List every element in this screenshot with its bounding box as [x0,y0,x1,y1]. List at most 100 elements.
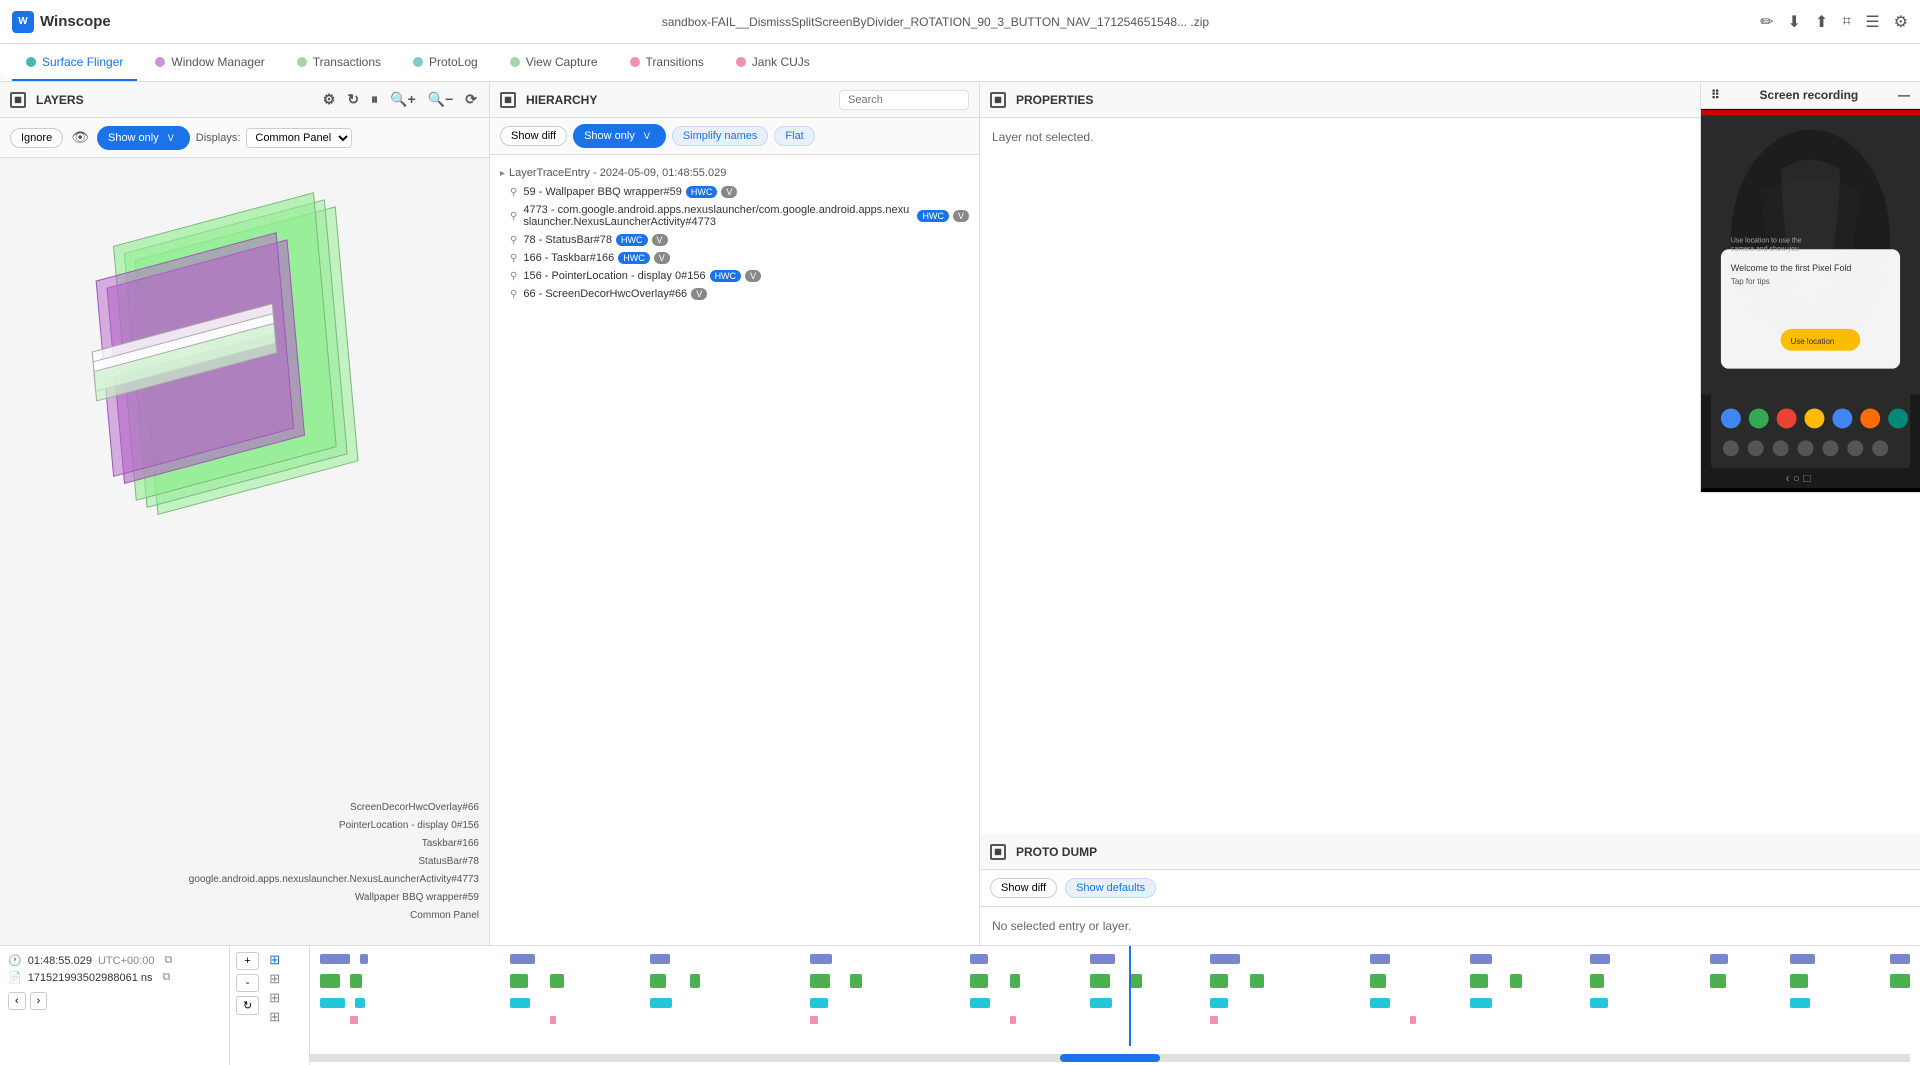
tab-transitions[interactable]: Transitions [616,44,718,81]
tab-jank-cujs[interactable]: Jank CUJs [722,44,824,81]
main-content: ▦ LAYERS ⚙ ↻ ⏸ 🔍+ 🔍− ⟳ Ignore 👁 Show onl… [0,82,1920,945]
hierarchy-panel: ▦ HIERARCHY Show diff Show only V Simpli… [490,82,980,945]
properties-panel-icon: ▦ [990,92,1006,108]
entry-text: 78 - StatusBar#78 [523,234,612,246]
show-only-badge: V [163,130,179,146]
proto-show-diff-button[interactable]: Show diff [990,878,1057,898]
settings-icon[interactable]: ⚙ [1894,12,1908,32]
ignore-button[interactable]: Ignore [10,128,63,148]
timeline-scrollbar-thumb[interactable] [1060,1054,1160,1062]
ignore-eye-icon[interactable]: 👁 [69,127,91,148]
hwc-badge: HWC [710,270,742,282]
list-item[interactable]: ⚲ 156 - PointerLocation - display 0#156 … [490,267,979,285]
hierarchy-panel-header: ▦ HIERARCHY [490,82,979,118]
pink-bar-group [350,1016,1416,1024]
layers-rotate-icon[interactable]: ↻ [345,89,361,110]
menu-icon[interactable]: ☰ [1865,12,1879,32]
copy-ns-icon[interactable]: ⧉ [163,971,171,984]
list-item[interactable]: ⚲ 166 - Taskbar#166 HWC V [490,249,979,267]
layers-history-icon[interactable]: ⟳ [463,89,479,110]
tab-protolog[interactable]: ProtoLog [399,44,492,81]
show-only-button[interactable]: Show only V [97,126,190,150]
filter-icon-3[interactable]: ⊞ [269,990,280,1006]
scroll-right-button[interactable]: › [30,992,48,1010]
layer-label-1: PointerLocation - display 0#156 [189,817,479,835]
timeline-left: 🕐 01:48:55.029 UTC+00:00 ⧉ 📄 17152199350… [0,946,230,1065]
filter-controls: + - ↻ [236,952,259,1015]
screen-recording-svg: Welcome to the first Pixel Fold Tap for … [1701,109,1920,489]
pin-icon: ⚲ [510,235,517,246]
layers-timeline-icon[interactable]: ⏸ [369,89,380,110]
svg-text:Use location to use the: Use location to use the [1731,237,1802,244]
screen-recording-close-icon[interactable]: — [1898,88,1910,102]
expand-triangle-icon: ▸ [500,168,505,179]
layers-settings-icon[interactable]: ⚙ [321,89,338,110]
pin-icon: ⚲ [510,187,517,198]
timeline-scroll-controls: ‹ › [8,992,221,1010]
tab-view-capture[interactable]: View Capture [496,44,612,81]
clock-icon: 🕐 [8,954,22,967]
copy-timestamp-icon[interactable]: ⧉ [165,954,173,967]
layer-labels: ScreenDecorHwcOverlay#66 PointerLocation… [189,799,479,925]
entry-text: 156 - PointerLocation - display 0#156 [523,270,705,282]
entry-text: 59 - Wallpaper BBQ wrapper#59 [523,186,682,198]
screen-recording-header: ⠿ Screen recording — [1701,82,1920,109]
window-manager-dot [155,57,165,67]
upload-icon[interactable]: ⬆ [1815,12,1828,32]
scroll-left-button[interactable]: ‹ [8,992,26,1010]
shortcuts-icon[interactable]: ⌗ [1842,13,1851,31]
proto-dump-header: ▦ PROTO DUMP [980,834,1920,870]
list-item[interactable]: ⚲ 4773 - com.google.android.apps.nexusla… [490,201,979,231]
display-select[interactable]: Common Panel All Displays [246,128,352,148]
layers-panel-header: ▦ LAYERS ⚙ ↻ ⏸ 🔍+ 🔍− ⟳ [0,82,489,118]
layer-label-5: Wallpaper BBQ wrapper#59 [189,889,479,907]
v-badge: V [691,288,707,300]
show-diff-button[interactable]: Show diff [500,126,567,146]
zoom-in-timeline-button[interactable]: + [236,952,259,970]
v-badge: V [745,270,761,282]
window-manager-label: Window Manager [171,55,264,69]
tab-window-manager[interactable]: Window Manager [141,44,278,81]
timeline-track[interactable] [310,946,1920,1065]
tab-transactions[interactable]: Transactions [283,44,395,81]
tab-surface-flinger[interactable]: Surface Flinger [12,44,137,81]
hierarchy-show-only-button[interactable]: Show only V [573,124,666,148]
hwc-badge: HWC [917,210,949,222]
list-item[interactable]: ⚲ 66 - ScreenDecorHwcOverlay#66 V [490,285,979,303]
v-badge: V [654,252,670,264]
view-capture-dot [510,57,520,67]
layers-zoom-out-icon[interactable]: 🔍− [426,89,456,110]
list-item[interactable]: ⚲ 78 - StatusBar#78 HWC V [490,231,979,249]
transitions-dot [630,57,640,67]
layer-label-0: ScreenDecorHwcOverlay#66 [189,799,479,817]
list-item[interactable]: ⚲ 59 - Wallpaper BBQ wrapper#59 HWC V [490,183,979,201]
simplify-names-button[interactable]: Simplify names [672,126,769,146]
layers-zoom-in-icon[interactable]: 🔍+ [388,89,418,110]
download-icon[interactable]: ⬇ [1787,12,1800,32]
protolog-dot [413,57,423,67]
edit-icon[interactable]: ✏ [1760,12,1773,32]
timestamp-row: 🕐 01:48:55.029 UTC+00:00 ⧉ [8,954,221,967]
filter-icon-4[interactable]: ⊞ [269,1009,280,1025]
filter-icon-1[interactable]: ⊞ [269,952,280,968]
hierarchy-panel-icon: ▦ [500,92,516,108]
proto-dump-toolbar: Show diff Show defaults [980,870,1920,907]
grid-dots-icon[interactable]: ⠿ [1711,88,1720,102]
screen-recording-panel: ⠿ Screen recording — [1700,82,1920,493]
hierarchy-panel-title: HIERARCHY [526,93,597,107]
file-icon: 📄 [8,971,22,984]
svg-text:camera and show you: camera and show you [1731,246,1799,253]
flat-button[interactable]: Flat [774,126,814,146]
proto-show-defaults-button[interactable]: Show defaults [1065,878,1156,898]
refresh-timeline-button[interactable]: ↻ [236,996,259,1015]
svg-text:Welcome to the first Pixel Fol: Welcome to the first Pixel Fold [1731,263,1852,273]
teal-bar-group [320,998,1810,1008]
hierarchy-parent-entry[interactable]: ▸ LayerTraceEntry - 2024-05-09, 01:48:55… [490,163,979,183]
pin-icon: ⚲ [510,211,517,222]
entry-text: 166 - Taskbar#166 [523,252,614,264]
hierarchy-toolbar: Show diff Show only V Simplify names Fla… [490,118,979,155]
zoom-out-timeline-button[interactable]: - [236,974,259,992]
hierarchy-search-input[interactable] [839,90,969,110]
filter-icon-2[interactable]: ⊞ [269,971,280,987]
properties-panel-title: PROPERTIES [1016,93,1093,107]
